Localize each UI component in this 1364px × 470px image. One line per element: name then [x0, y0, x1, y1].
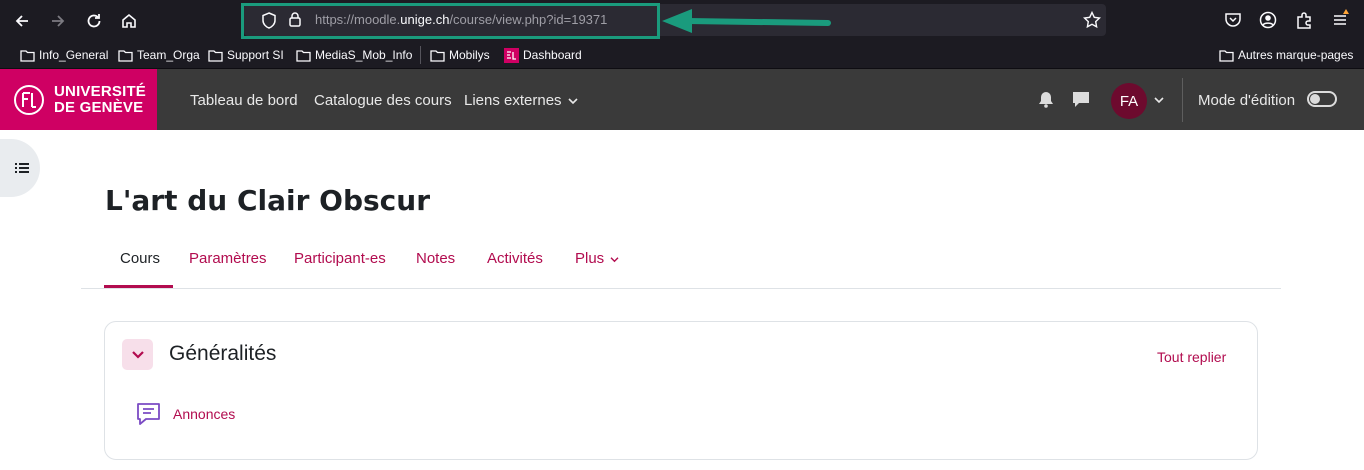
- tab-notes[interactable]: Notes: [416, 250, 455, 267]
- menu-icon[interactable]: [1331, 8, 1351, 28]
- edit-mode-label: Mode d'édition: [1198, 92, 1296, 109]
- collapse-all-link[interactable]: Tout replier: [1157, 349, 1226, 365]
- bookmark-label: Support SI: [227, 48, 284, 62]
- chevron-down-icon[interactable]: [1154, 96, 1164, 104]
- forum-icon[interactable]: [135, 401, 162, 428]
- section-collapse-button[interactable]: [122, 339, 153, 370]
- tabs-divider: [81, 288, 1281, 289]
- star-icon[interactable]: [1083, 11, 1101, 29]
- url-path: /course/view.php?id=19371: [449, 12, 608, 27]
- url-host: unige.ch: [400, 12, 450, 27]
- url-text[interactable]: https://moodle.unige.ch/course/view.php?…: [315, 12, 607, 27]
- nav-catalogue-des-cours[interactable]: Catalogue des cours: [314, 92, 452, 109]
- bookmark-info-general[interactable]: Info_General: [20, 47, 108, 63]
- navbar-divider: [1182, 78, 1183, 122]
- lock-icon[interactable]: [288, 11, 302, 28]
- tab-cours[interactable]: Cours: [120, 250, 160, 267]
- folder-icon: [1219, 49, 1234, 62]
- tab-activites[interactable]: Activités: [487, 250, 543, 267]
- course-index-button[interactable]: [0, 139, 40, 197]
- section-title[interactable]: Généralités: [169, 342, 276, 366]
- other-bookmarks-label: Autres marque-pages: [1238, 48, 1354, 62]
- nav-liens-externes-label: Liens externes: [464, 92, 562, 109]
- folder-icon: [296, 49, 311, 62]
- bookmark-label: Dashboard: [523, 48, 582, 62]
- nav-liens-externes[interactable]: Liens externes: [464, 92, 578, 109]
- account-icon[interactable]: [1259, 11, 1277, 29]
- chevron-down-icon: [610, 257, 619, 263]
- page-title: L'art du Clair Obscur: [105, 184, 431, 217]
- folder-icon: [118, 49, 133, 62]
- site-logo[interactable]: UNIVERSITÉ DE GENÈVE: [0, 69, 157, 130]
- tab-plus[interactable]: Plus: [575, 250, 619, 267]
- reload-icon[interactable]: [81, 8, 107, 34]
- extensions-icon[interactable]: [1295, 11, 1313, 29]
- bookmark-team-orga[interactable]: Team_Orga: [118, 47, 200, 63]
- pocket-icon[interactable]: [1224, 11, 1242, 29]
- folder-icon: [20, 49, 35, 62]
- bell-icon[interactable]: [1038, 91, 1054, 108]
- tab-plus-label: Plus: [575, 250, 605, 267]
- messages-icon[interactable]: [1072, 91, 1090, 108]
- url-prefix: https://moodle.: [315, 12, 401, 27]
- bookmark-dashboard[interactable]: Dashboard: [504, 47, 582, 63]
- shield-icon[interactable]: [261, 12, 277, 29]
- bookmark-support-si[interactable]: Support SI: [208, 47, 284, 63]
- folder-icon: [430, 49, 445, 62]
- chevron-down-icon: [568, 98, 578, 105]
- tab-parametres[interactable]: Paramètres: [189, 250, 267, 267]
- bookmark-separator: [420, 46, 421, 64]
- bookmark-mobilys[interactable]: Mobilys: [430, 47, 490, 63]
- bookmarks-bar: [0, 41, 1364, 69]
- course-section: [104, 321, 1258, 460]
- nav-tableau-de-bord[interactable]: Tableau de bord: [190, 92, 298, 109]
- bookmark-label: Mobilys: [449, 48, 490, 62]
- list-icon: [15, 163, 29, 173]
- tab-participants[interactable]: Participant-es: [294, 250, 386, 267]
- home-icon[interactable]: [116, 8, 142, 34]
- edit-mode-toggle[interactable]: [1307, 91, 1337, 107]
- bookmark-label: Info_General: [39, 48, 109, 62]
- bookmark-label: Team_Orga: [137, 48, 200, 62]
- logo-line1: UNIVERSITÉ: [54, 82, 147, 100]
- logo-line2: DE GENÈVE: [54, 98, 144, 116]
- avatar-initials: FA: [1119, 92, 1139, 110]
- unige-favicon-icon: [504, 47, 519, 63]
- back-icon[interactable]: [9, 8, 35, 34]
- bookmark-label: MediaS_Mob_Info: [315, 48, 413, 62]
- folder-icon: [208, 49, 223, 62]
- other-bookmarks[interactable]: Autres marque-pages: [1219, 47, 1353, 63]
- avatar[interactable]: FA: [1111, 83, 1147, 119]
- chevron-down-icon: [131, 350, 144, 359]
- logo-text: UNIVERSITÉ DE GENÈVE: [54, 82, 147, 116]
- arrow-annotation-icon: [662, 9, 831, 33]
- forward-icon[interactable]: [45, 8, 71, 34]
- unige-crest-icon: [14, 84, 44, 115]
- activity-annonces-link[interactable]: Annonces: [173, 406, 235, 422]
- bookmark-medias-mob-info[interactable]: MediaS_Mob_Info: [296, 47, 412, 63]
